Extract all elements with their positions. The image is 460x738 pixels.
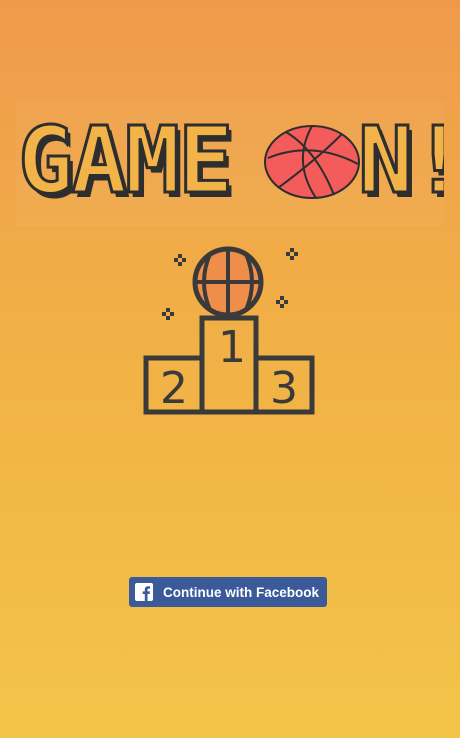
- podium-third-label: 3: [270, 363, 298, 414]
- podium-illustration: 1 2 3: [140, 240, 320, 420]
- facebook-button-label: Continue with Facebook: [163, 584, 320, 600]
- podium-graphic: 1 2 3: [143, 246, 315, 415]
- logo-text-game: GAME: [18, 107, 232, 214]
- podium-second-label: 2: [160, 363, 188, 414]
- podium-first-label: 1: [218, 322, 246, 373]
- logo-text-n: N!: [358, 107, 444, 214]
- podium-basketball-icon: [192, 246, 264, 318]
- logo-graphic: GAME GAME N! N!: [16, 100, 444, 226]
- continue-with-facebook-button[interactable]: Continue with Facebook: [129, 577, 327, 607]
- game-on-logo: GAME GAME N! N!: [16, 100, 444, 226]
- basketball-icon: [264, 125, 360, 199]
- facebook-icon: [135, 583, 153, 601]
